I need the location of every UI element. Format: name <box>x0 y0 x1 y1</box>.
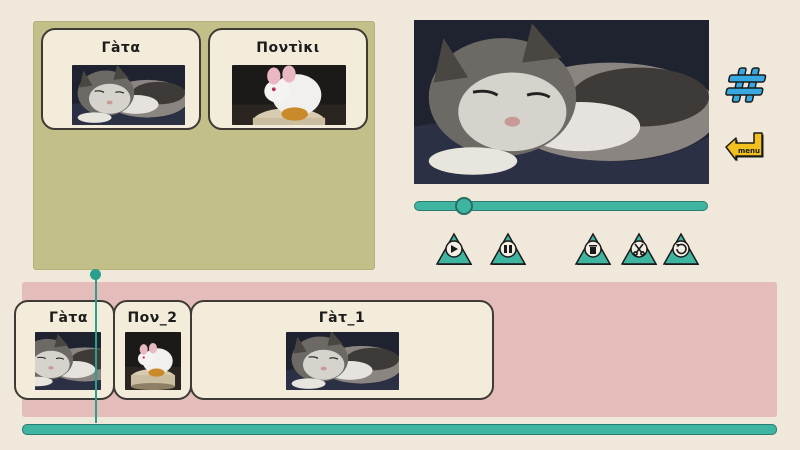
trash-icon <box>589 245 597 254</box>
timeline-clip-thumbnail <box>35 332 101 390</box>
timeline-clip-title: Πον_2 <box>127 310 178 326</box>
timeline-clip[interactable]: Πον_2 <box>113 300 192 400</box>
playhead-handle[interactable] <box>90 269 101 280</box>
kitten-preview-image <box>414 20 709 184</box>
library-clip-title: Ποντìκι <box>256 40 320 56</box>
library-clip-card[interactable]: Ποντìκι <box>208 28 368 130</box>
mouse-thumbnail-image <box>232 65 346 125</box>
cut-button[interactable] <box>619 231 659 267</box>
timeline-scrollbar[interactable] <box>22 424 777 435</box>
playhead-line[interactable] <box>95 274 97 423</box>
library-clip-thumbnail <box>72 65 185 125</box>
hash-icon <box>725 67 767 103</box>
timeline-clip-thumbnail <box>125 332 181 390</box>
undo-button[interactable] <box>661 231 701 267</box>
pause-icon <box>504 245 507 253</box>
mouse-thumbnail-image <box>125 332 181 390</box>
library-clip-title: Γàτα <box>101 40 141 56</box>
timeline-clip[interactable]: Γàτα <box>14 300 115 400</box>
library-clip-card[interactable]: Γàτα <box>41 28 201 130</box>
kitten-thumbnail-image <box>35 332 101 390</box>
kitten-thumbnail-image <box>72 65 185 125</box>
video-preview <box>414 20 709 184</box>
kitten-thumbnail-image <box>286 332 399 390</box>
timeline-clip-thumbnail <box>286 332 399 390</box>
hash-button[interactable] <box>724 65 768 105</box>
library-clip-thumbnail <box>232 65 346 125</box>
clip-library-panel: Γàτα Ποντìκι <box>33 21 375 270</box>
timeline-clip-title: Γàτα <box>49 310 88 326</box>
menu-label: menu <box>738 147 760 155</box>
pause-button[interactable] <box>488 231 528 267</box>
timeline-clip[interactable]: Γàτ_1 <box>190 300 494 400</box>
play-button[interactable] <box>434 231 474 267</box>
playback-slider-knob[interactable] <box>454 197 473 215</box>
delete-button[interactable] <box>573 231 613 267</box>
timeline-clip-title: Γàτ_1 <box>318 310 366 326</box>
menu-button[interactable]: menu <box>722 130 766 162</box>
